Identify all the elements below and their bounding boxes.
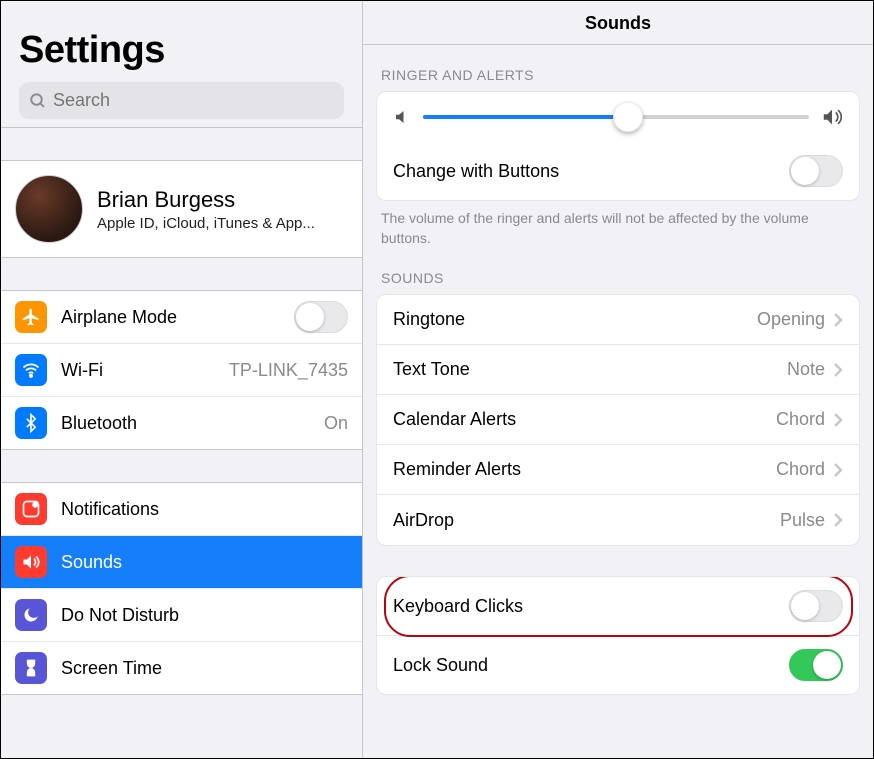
sidebar-item-wi-fi[interactable]: Wi-FiTP-LINK_7435 xyxy=(1,344,362,397)
lock-sound-toggle[interactable] xyxy=(789,649,843,681)
sound-value: Chord xyxy=(776,409,825,430)
sidebar-item-sounds[interactable]: Sounds xyxy=(1,536,362,589)
sidebar-item-label: Wi-Fi xyxy=(61,360,229,381)
chevron-right-icon xyxy=(833,362,843,378)
sidebar-item-airplane-mode[interactable]: Airplane Mode xyxy=(1,291,362,344)
content-title: Sounds xyxy=(363,13,873,34)
screen-time-icon xyxy=(15,652,47,684)
sound-value: Pulse xyxy=(780,510,825,531)
search-input[interactable] xyxy=(53,90,334,111)
sidebar-item-label: Do Not Disturb xyxy=(61,605,348,626)
sidebar-item-value: On xyxy=(324,413,348,434)
separator xyxy=(1,257,362,291)
slider-thumb[interactable] xyxy=(613,102,643,132)
sounds-icon xyxy=(15,546,47,578)
content-pane: Sounds RINGER AND ALERTS Change with But… xyxy=(363,1,873,758)
volume-low-icon xyxy=(393,108,411,126)
page-title: Settings xyxy=(19,29,344,72)
sound-label: Ringtone xyxy=(393,309,757,330)
sounds-card: RingtoneOpeningText ToneNoteCalendar Ale… xyxy=(376,294,860,546)
profile-row[interactable]: Brian Burgess Apple ID, iCloud, iTunes &… xyxy=(1,161,362,257)
sidebar-item-value: TP-LINK_7435 xyxy=(229,360,348,381)
sidebar-item-label: Airplane Mode xyxy=(61,307,294,328)
chevron-right-icon xyxy=(833,462,843,478)
sound-value: Note xyxy=(787,359,825,380)
airplane-mode-icon xyxy=(15,301,47,333)
volume-slider[interactable] xyxy=(423,115,809,119)
keyboard-clicks-toggle[interactable] xyxy=(789,590,843,622)
content-header: Sounds xyxy=(363,1,873,45)
avatar xyxy=(15,175,83,243)
toggle-label: Lock Sound xyxy=(393,655,789,676)
ringer-note: The volume of the ringer and alerts will… xyxy=(363,201,873,248)
ringer-card: Change with Buttons xyxy=(376,91,860,201)
sidebar-item-label: Screen Time xyxy=(61,658,348,679)
reminder-alerts-row[interactable]: Reminder AlertsChord xyxy=(377,445,859,495)
separator xyxy=(1,449,362,483)
sound-label: Text Tone xyxy=(393,359,787,380)
sidebar-item-do-not-disturb[interactable]: Do Not Disturb xyxy=(1,589,362,642)
profile-subtitle: Apple ID, iCloud, iTunes & App... xyxy=(97,215,315,232)
change-with-buttons-label: Change with Buttons xyxy=(393,161,789,182)
lock-sound-row: Lock Sound xyxy=(377,636,859,694)
sidebar: Settings Brian Burgess Apple ID, iCloud,… xyxy=(1,1,363,758)
airdrop-row[interactable]: AirDropPulse xyxy=(377,495,859,545)
search-icon xyxy=(29,92,47,110)
sound-label: Calendar Alerts xyxy=(393,409,776,430)
sidebar-item-notifications[interactable]: Notifications xyxy=(1,483,362,536)
sound-label: AirDrop xyxy=(393,510,780,531)
wi-fi-icon xyxy=(15,354,47,386)
sidebar-item-bluetooth[interactable]: BluetoothOn xyxy=(1,397,362,449)
profile-name: Brian Burgess xyxy=(97,187,315,213)
do-not-disturb-icon xyxy=(15,599,47,631)
sidebar-item-screen-time[interactable]: Screen Time xyxy=(1,642,362,694)
volume-high-icon xyxy=(821,106,843,128)
slider-fill xyxy=(423,115,628,119)
sound-value: Chord xyxy=(776,459,825,480)
chevron-right-icon xyxy=(833,512,843,528)
separator xyxy=(1,694,362,758)
ringtone-row[interactable]: RingtoneOpening xyxy=(377,295,859,345)
sidebar-item-label: Bluetooth xyxy=(61,413,324,434)
separator xyxy=(1,127,362,161)
keyboard-clicks-row: Keyboard Clicks xyxy=(377,577,859,636)
change-with-buttons-row: Change with Buttons xyxy=(377,142,859,200)
sidebar-item-label: Sounds xyxy=(61,552,348,573)
sound-label: Reminder Alerts xyxy=(393,459,776,480)
notifications-icon xyxy=(15,493,47,525)
airplane-mode-toggle[interactable] xyxy=(294,301,348,333)
chevron-right-icon xyxy=(833,312,843,328)
bluetooth-icon xyxy=(15,407,47,439)
sidebar-item-label: Notifications xyxy=(61,499,348,520)
sound-value: Opening xyxy=(757,309,825,330)
section-ringer-label: RINGER AND ALERTS xyxy=(363,45,873,91)
chevron-right-icon xyxy=(833,412,843,428)
text-tone-row[interactable]: Text ToneNote xyxy=(377,345,859,395)
toggle-label: Keyboard Clicks xyxy=(393,596,789,617)
toggles-card: Keyboard Clicks Lock Sound xyxy=(376,576,860,695)
change-with-buttons-toggle[interactable] xyxy=(789,155,843,187)
calendar-alerts-row[interactable]: Calendar AlertsChord xyxy=(377,395,859,445)
section-sounds-label: SOUNDS xyxy=(363,248,873,294)
volume-slider-row xyxy=(377,92,859,142)
search-field[interactable] xyxy=(19,82,344,119)
